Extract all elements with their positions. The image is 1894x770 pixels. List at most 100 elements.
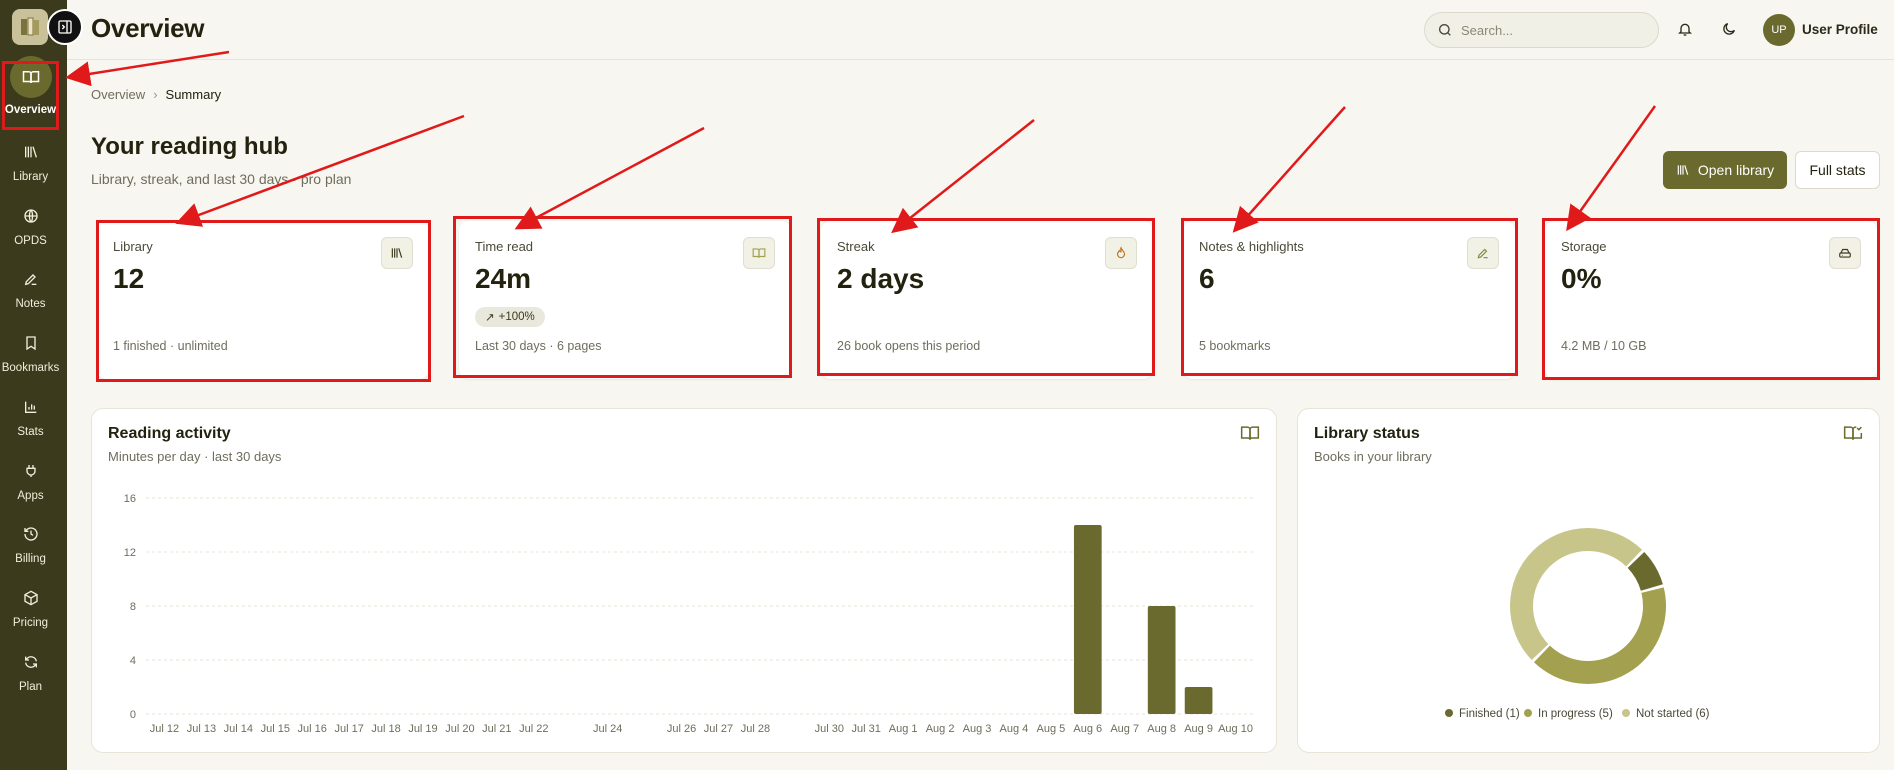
x-tick-label: Jul 19	[408, 723, 437, 735]
page-title: Overview	[91, 13, 205, 43]
sidebar-item-apps[interactable]: Apps	[0, 460, 61, 502]
book-open-icon	[752, 248, 766, 258]
x-tick-label: Jul 31	[852, 723, 881, 735]
x-tick-label: Aug 10	[1218, 723, 1253, 735]
sidebar-toggle-icon	[58, 20, 72, 34]
reading-activity-panel: Reading activity Minutes per day · last …	[91, 408, 1277, 753]
sidebar-item-library[interactable]: Library	[0, 141, 61, 183]
card-icon-container	[1467, 237, 1499, 269]
open-library-button[interactable]: Open library	[1663, 151, 1787, 189]
panel-title: Library status	[1314, 425, 1420, 442]
card-value: 24m	[475, 263, 532, 294]
x-tick-label: Aug 1	[889, 723, 918, 735]
card-footer: 5 bookmarks	[1199, 339, 1271, 353]
moon-icon	[1723, 23, 1735, 35]
profile-name[interactable]: User Profile	[1802, 22, 1878, 37]
sidebar-item-pricing[interactable]: Pricing	[0, 587, 61, 629]
theme-toggle-button[interactable]	[1718, 18, 1740, 40]
y-tick-label: 4	[130, 655, 136, 667]
stat-card-streak[interactable]: Streak 2 days 26 book opens this period	[821, 221, 1153, 379]
legend-swatch	[1445, 709, 1453, 717]
search-input[interactable]: Search...	[1424, 12, 1659, 48]
breadcrumb-current: Summary	[165, 87, 222, 102]
section-title: Your reading hub	[91, 133, 288, 160]
stat-card-library[interactable]: Library 12 1 finished · unlimited	[97, 221, 429, 379]
x-tick-label: Jul 24	[593, 723, 622, 735]
pen-icon	[1477, 248, 1488, 259]
library-status-panel: Library status Books in your library Fin…	[1297, 408, 1880, 753]
arrow-up-right-icon: ↗	[485, 312, 495, 324]
sidebar: Overview Library OPDS Notes Bookmarks St…	[0, 0, 67, 770]
legend-label: Not started (6)	[1636, 708, 1710, 720]
sidebar-item-stats[interactable]: Stats	[0, 396, 61, 438]
x-tick-label: Jul 14	[224, 723, 253, 735]
card-footer: Last 30 days · 6 pages	[475, 339, 602, 353]
plug-icon	[25, 465, 36, 477]
x-tick-label: Aug 9	[1184, 723, 1213, 735]
search-placeholder: Search...	[1461, 22, 1514, 38]
x-tick-label: Jul 17	[334, 723, 363, 735]
history-icon	[23, 527, 38, 541]
legend-label: Finished (1)	[1459, 708, 1520, 720]
book-check-icon	[1843, 423, 1863, 448]
stat-card-storage[interactable]: Storage 0% 4.2 MB / 10 GB	[1545, 221, 1877, 379]
x-tick-label: Jul 28	[741, 723, 770, 735]
x-tick-label: Jul 20	[445, 723, 474, 735]
x-tick-label: Jul 22	[519, 723, 548, 735]
flame-icon	[1116, 246, 1126, 259]
x-tick-label: Jul 12	[150, 723, 179, 735]
card-label: Streak	[837, 239, 875, 254]
card-footer: 26 book opens this period	[837, 339, 981, 353]
sidebar-item-label: Apps	[17, 490, 44, 502]
trend-badge: ↗ +100%	[475, 307, 545, 327]
x-tick-label: Aug 5	[1036, 723, 1065, 735]
card-footer: 4.2 MB / 10 GB	[1561, 339, 1647, 353]
x-tick-label: Jul 15	[261, 723, 290, 735]
y-tick-label: 8	[130, 601, 136, 613]
books-logo-icon	[21, 17, 39, 36]
sidebar-item-label: Bookmarks	[1, 362, 60, 374]
sidebar-item-label: Billing	[15, 553, 46, 565]
y-tick-label: 16	[124, 493, 136, 505]
notifications-button[interactable]	[1674, 18, 1696, 40]
globe-icon	[23, 209, 38, 223]
box-icon	[23, 590, 38, 606]
x-tick-label: Aug 2	[926, 723, 955, 735]
section-subtitle: Library, streak, and last 30 days · pro …	[91, 171, 352, 187]
x-tick-label: Jul 26	[667, 723, 696, 735]
card-value: 6	[1199, 263, 1215, 294]
x-tick-label: Aug 3	[963, 723, 992, 735]
card-value: 0%	[1561, 263, 1602, 294]
pen-icon	[24, 274, 36, 286]
stat-card-time-read[interactable]: Time read 24m ↗ +100% Last 30 days · 6 pa…	[459, 221, 791, 379]
collapse-sidebar-button[interactable]	[47, 9, 83, 45]
library-icon	[24, 146, 37, 158]
sidebar-item-billing[interactable]: Billing	[0, 523, 61, 565]
x-tick-label: Jul 16	[298, 723, 327, 735]
sidebar-item-label: Pricing	[12, 617, 49, 629]
donut-slice	[1510, 528, 1643, 661]
card-label: Time read	[475, 239, 534, 254]
panel-title: Reading activity	[108, 425, 231, 442]
avatar[interactable]: UP	[1763, 14, 1795, 46]
sidebar-item-notes[interactable]: Notes	[0, 268, 61, 310]
sidebar-item-label: Stats	[17, 426, 44, 438]
sidebar-item-label: Plan	[18, 681, 43, 693]
sidebar-item-opds[interactable]: OPDS	[0, 205, 61, 247]
sidebar-item-label: Overview	[4, 104, 57, 116]
card-icon-container	[743, 237, 775, 269]
sidebar-item-bookmarks[interactable]: Bookmarks	[0, 332, 61, 374]
sidebar-item-plan[interactable]: Plan	[0, 651, 61, 693]
annotation-arrow	[1232, 106, 1346, 233]
app-logo[interactable]	[12, 9, 48, 45]
x-tick-label: Jul 30	[815, 723, 844, 735]
sidebar-item-overview[interactable]: Overview	[0, 56, 61, 116]
stat-card-notes[interactable]: Notes & highlights 6 5 bookmarks	[1183, 221, 1515, 379]
breadcrumb-overview-link[interactable]: Overview	[91, 87, 145, 102]
chevron-right-icon: ›	[153, 87, 158, 102]
sidebar-item-label: Library	[12, 171, 49, 183]
bell-icon	[1678, 23, 1692, 36]
full-stats-button[interactable]: Full stats	[1795, 151, 1880, 189]
x-tick-label: Aug 4	[1000, 723, 1029, 735]
bookmark-icon	[25, 336, 36, 351]
